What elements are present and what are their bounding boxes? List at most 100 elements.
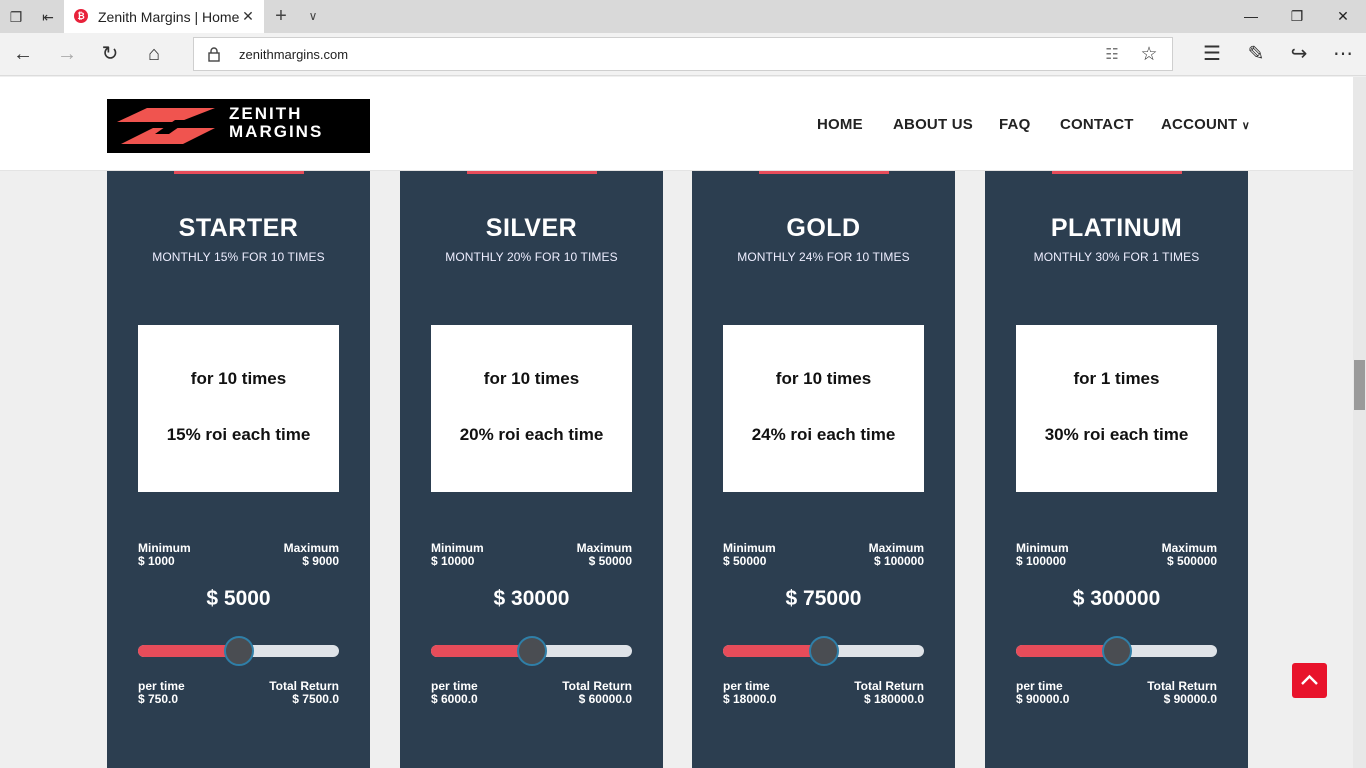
minimize-icon[interactable]: — <box>1228 0 1274 33</box>
nav-account[interactable]: ACCOUNT ∨ <box>1161 116 1250 133</box>
back-to-top-button[interactable] <box>1292 663 1327 698</box>
plan-times-text: for 10 times <box>190 369 287 388</box>
nav-account-label: ACCOUNT <box>1161 116 1238 133</box>
per-time-block: per time $ 18000.0 <box>723 680 776 706</box>
card-accent-bar <box>759 171 889 174</box>
amount-slider[interactable] <box>1016 636 1217 666</box>
plan-subtitle: MONTHLY 20% FOR 10 TIMES <box>445 250 618 264</box>
investment-amount: $ 300000 <box>1072 587 1161 610</box>
nav-faq[interactable]: FAQ <box>999 116 1030 133</box>
maximum-value: $ 100000 <box>873 554 924 568</box>
returns-row: per time $ 6000.0 Total Return $ 60000.0 <box>431 680 632 708</box>
investment-amount: $ 75000 <box>785 587 862 610</box>
amount-slider[interactable] <box>723 636 924 666</box>
maximum-block: Maximum $ 500000 <box>1162 542 1217 568</box>
home-icon[interactable]: ⌂ <box>139 39 169 69</box>
minimum-value: $ 10000 <box>431 554 475 568</box>
plan-roi-text: 20% roi each time <box>459 425 604 444</box>
lock-icon <box>208 47 220 62</box>
slider-thumb[interactable] <box>1101 636 1132 666</box>
investment-amount: $ 5000 <box>206 587 271 610</box>
plan-name: SILVER <box>485 214 578 242</box>
scrollbar-thumb[interactable] <box>1354 360 1365 410</box>
nav-about-us[interactable]: ABOUT US <box>893 116 973 133</box>
slider-thumb[interactable] <box>223 636 254 666</box>
reading-view-icon[interactable]: ☷ <box>1102 45 1122 65</box>
amount-slider[interactable] <box>431 636 632 666</box>
total-return-value: $ 60000.0 <box>578 692 632 706</box>
forward-arrow-icon[interactable]: → <box>52 39 82 69</box>
plan-card: GOLD MONTHLY 24% FOR 10 TIMES for 10 tim… <box>692 171 955 768</box>
set-tabs-aside-icon[interactable]: ⇤ <box>38 7 58 27</box>
slider-thumb[interactable] <box>516 636 547 666</box>
pen-icon[interactable]: ✎ <box>1241 39 1271 69</box>
investment-amount: $ 30000 <box>493 587 570 610</box>
browser-tab-bar: ❐ ⇤ ₿ Zenith Margins | Home ✕ + ∨ — ❐ ✕ <box>0 0 1366 33</box>
nav-home[interactable]: HOME <box>817 116 863 133</box>
min-max-row: Minimum $ 1000 Maximum $ 9000 <box>138 542 339 570</box>
maximum-block: Maximum $ 100000 <box>869 542 924 568</box>
maximum-block: Maximum $ 9000 <box>284 542 339 568</box>
per-time-block: per time $ 90000.0 <box>1016 680 1069 706</box>
returns-row: per time $ 90000.0 Total Return $ 90000.… <box>1016 680 1217 708</box>
maximum-value: $ 50000 <box>588 554 632 568</box>
logo-text: ZENITH MARGINS <box>229 104 324 141</box>
plan-subtitle: MONTHLY 24% FOR 10 TIMES <box>737 250 910 264</box>
restore-icon[interactable]: ❐ <box>1274 0 1320 33</box>
card-accent-bar <box>174 171 304 174</box>
total-return-value: $ 90000.0 <box>1163 692 1217 706</box>
plan-card: SILVER MONTHLY 20% FOR 10 TIMES for 10 t… <box>400 171 663 768</box>
per-time-value: $ 18000.0 <box>723 692 777 706</box>
plan-roi-text: 30% roi each time <box>1044 425 1189 444</box>
plan-summary-box: for 1 times 30% roi each time <box>1016 325 1217 492</box>
close-window-icon[interactable]: ✕ <box>1320 0 1366 33</box>
nav-contact[interactable]: CONTACT <box>1060 116 1134 133</box>
per-time-block: per time $ 6000.0 <box>431 680 478 706</box>
per-time-value: $ 6000.0 <box>431 692 478 706</box>
chevron-up-icon <box>1301 674 1318 685</box>
minimum-value: $ 50000 <box>723 554 767 568</box>
tab-actions-icon[interactable]: ❐ <box>6 7 26 27</box>
close-tab-icon[interactable]: ✕ <box>238 6 258 26</box>
min-max-row: Minimum $ 100000 Maximum $ 500000 <box>1016 542 1217 570</box>
maximum-value: $ 9000 <box>302 554 339 568</box>
min-max-row: Minimum $ 50000 Maximum $ 100000 <box>723 542 924 570</box>
total-return-value: $ 7500.0 <box>292 692 339 706</box>
favorites-list-icon[interactable]: ☰ <box>1197 39 1227 69</box>
browser-nav-bar: ← → ↻ ⌂ zenithmargins.com ☷ ☆ ☰ ✎ ↪ ⋯ <box>0 33 1366 76</box>
new-tab-icon[interactable]: + <box>270 5 292 27</box>
total-return-block: Total Return $ 90000.0 <box>1147 680 1217 706</box>
plan-subtitle: MONTHLY 30% FOR 1 TIMES <box>1033 250 1200 264</box>
minimum-value: $ 100000 <box>1016 554 1067 568</box>
maximum-block: Maximum $ 50000 <box>577 542 632 568</box>
browser-tab-active[interactable]: ₿ Zenith Margins | Home ✕ <box>64 0 264 33</box>
plan-name: PLATINUM <box>1050 214 1183 242</box>
plan-card: PLATINUM MONTHLY 30% FOR 1 TIMES for 1 t… <box>985 171 1248 768</box>
more-icon[interactable]: ⋯ <box>1328 39 1358 69</box>
address-bar[interactable]: zenithmargins.com ☷ ☆ <box>193 37 1173 71</box>
plan-name: GOLD <box>786 214 861 242</box>
slider-thumb[interactable] <box>808 636 839 666</box>
favorite-star-icon[interactable]: ☆ <box>1138 44 1160 66</box>
chevron-down-icon: ∨ <box>1241 120 1251 132</box>
site-logo[interactable]: ZENITH MARGINS <box>107 99 370 153</box>
total-return-block: Total Return $ 7500.0 <box>269 680 339 706</box>
plan-roi-text: 15% roi each time <box>166 425 311 444</box>
url-text[interactable]: zenithmargins.com <box>239 47 348 62</box>
plan-name: STARTER <box>178 214 299 242</box>
logo-mark-icon <box>117 108 215 144</box>
min-max-row: Minimum $ 10000 Maximum $ 50000 <box>431 542 632 570</box>
returns-row: per time $ 18000.0 Total Return $ 180000… <box>723 680 924 708</box>
scrollbar[interactable] <box>1353 77 1366 768</box>
plan-times-text: for 1 times <box>1073 369 1160 388</box>
chevron-down-icon[interactable]: ∨ <box>302 5 324 27</box>
total-return-block: Total Return $ 60000.0 <box>562 680 632 706</box>
per-time-block: per time $ 750.0 <box>138 680 185 706</box>
back-arrow-icon[interactable]: ← <box>8 39 38 69</box>
refresh-icon[interactable]: ↻ <box>95 39 125 69</box>
amount-slider[interactable] <box>138 636 339 666</box>
site-header: ZENITH MARGINS HOME ABOUT US FAQ CONTACT… <box>0 77 1353 171</box>
plan-times-text: for 10 times <box>483 369 580 388</box>
share-icon[interactable]: ↪ <box>1284 39 1314 69</box>
plan-summary-box: for 10 times 24% roi each time <box>723 325 924 492</box>
